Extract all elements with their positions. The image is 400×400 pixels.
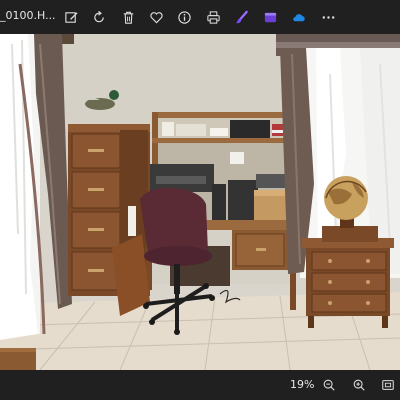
rotate-icon bbox=[93, 10, 104, 22]
paint-brush-icon bbox=[235, 10, 248, 23]
designer-button[interactable] bbox=[230, 6, 252, 28]
clipchamp-button[interactable] bbox=[259, 6, 281, 28]
zoom-level[interactable]: 19% bbox=[290, 378, 314, 391]
top-toolbar: _0100.H... bbox=[0, 0, 400, 34]
zoom-in-icon bbox=[353, 379, 365, 391]
image-viewport[interactable] bbox=[0, 34, 400, 370]
clipchamp-icon bbox=[264, 12, 276, 22]
more-horizontal-icon bbox=[322, 15, 334, 19]
zoom-out-button[interactable] bbox=[319, 376, 339, 394]
bottom-bar: 19% bbox=[0, 370, 400, 400]
edit-icon bbox=[64, 11, 78, 23]
favorite-button[interactable] bbox=[145, 6, 167, 28]
fit-to-window-button[interactable] bbox=[378, 376, 398, 394]
file-info-button[interactable] bbox=[173, 6, 195, 28]
home-office-photo bbox=[0, 34, 400, 370]
file-name: _0100.H... bbox=[0, 9, 56, 22]
rotate-button[interactable] bbox=[88, 6, 110, 28]
trash-icon bbox=[123, 11, 133, 24]
zoom-in-button[interactable] bbox=[349, 376, 369, 394]
delete-button[interactable] bbox=[117, 6, 139, 28]
zoom-out-icon bbox=[323, 379, 335, 391]
printer-icon bbox=[206, 10, 220, 24]
heart-icon bbox=[149, 11, 163, 23]
fit-window-icon bbox=[382, 380, 394, 390]
more-options-button[interactable] bbox=[317, 6, 339, 28]
cloud-icon bbox=[292, 13, 305, 21]
onedrive-button[interactable] bbox=[287, 6, 309, 28]
edit-image-button[interactable] bbox=[60, 6, 82, 28]
print-button[interactable] bbox=[202, 6, 224, 28]
info-icon bbox=[177, 10, 191, 24]
